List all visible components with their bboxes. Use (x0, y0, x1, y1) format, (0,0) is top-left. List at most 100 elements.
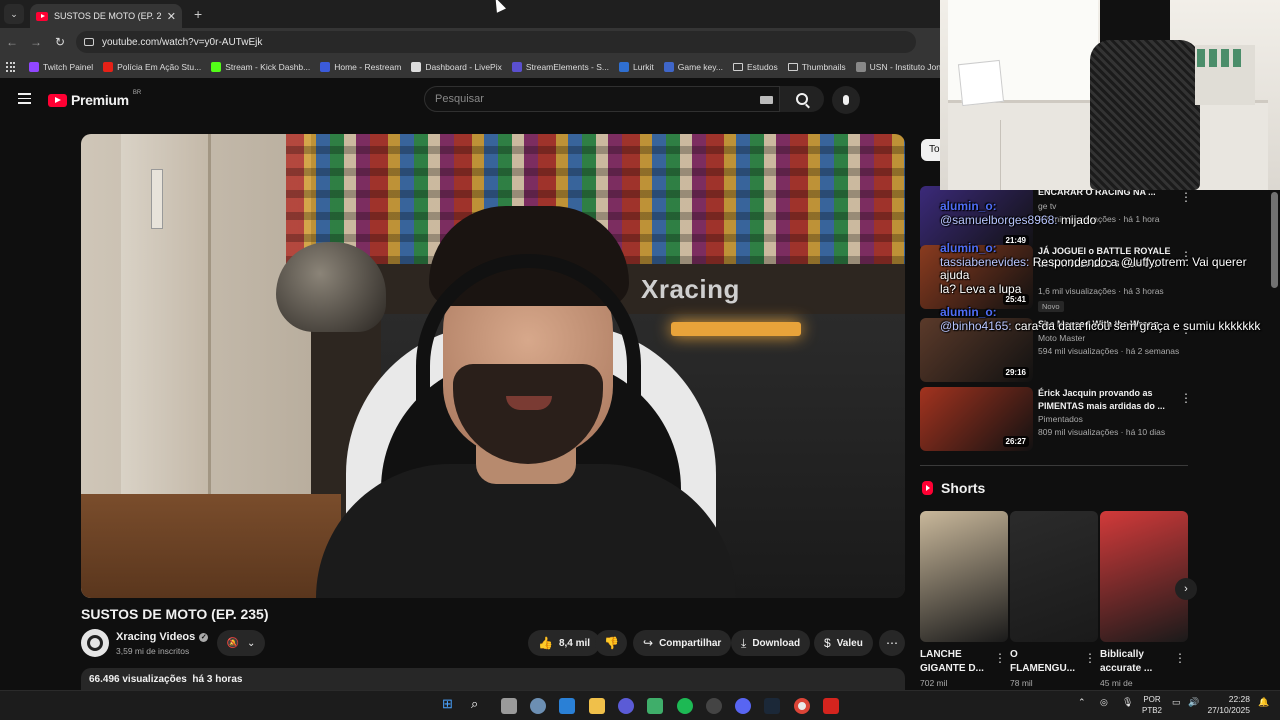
video-meta: 594 mil visualizações · há 2 semanas (1038, 346, 1180, 356)
video-player[interactable]: Xracing (81, 134, 905, 598)
share-button[interactable]: ↪ Compartilhar (633, 630, 732, 656)
youtube-premium-logo[interactable]: Premium BR (48, 90, 141, 108)
download-button[interactable]: ⤓ Download (731, 630, 811, 656)
bookmark-favicon-icon (29, 62, 39, 72)
search-input[interactable]: Pesquisar (424, 86, 780, 112)
discord-icon[interactable] (735, 698, 751, 714)
photos-icon[interactable] (559, 698, 575, 714)
spotify-icon[interactable] (677, 698, 693, 714)
chat-message: alumin_o: tassiabenevides: Respondendo a … (940, 241, 1278, 296)
video-scene-door (121, 134, 211, 554)
bookmark-item[interactable]: Dashboard - LivePix (411, 62, 502, 72)
video-scene-brand: Xracing (641, 274, 740, 304)
forward-button[interactable]: → (24, 35, 48, 49)
bookmark-item[interactable]: Estudos (733, 62, 778, 72)
short-item[interactable]: O FLAMENGU... 78 mil ⋮ (1010, 511, 1098, 689)
video-scene-person-body (316, 464, 736, 598)
search-icon (796, 93, 808, 105)
bookmark-item[interactable]: Stream - Kick Dashb... (211, 62, 310, 72)
bookmark-item[interactable]: Twitch Painel (29, 62, 93, 72)
more-vert-icon[interactable]: ⋮ (994, 651, 1006, 665)
task-view-icon[interactable] (501, 698, 517, 714)
short-title[interactable]: O FLAMENGU... (1010, 648, 1080, 676)
game-app-icon[interactable] (647, 698, 663, 714)
more-vert-icon[interactable]: ⋮ (1180, 391, 1192, 405)
bookmark-favicon-icon (619, 62, 629, 72)
bookmark-item[interactable]: Lurkit (619, 62, 654, 72)
keyboard-icon[interactable] (760, 96, 773, 104)
filter-chip-all[interactable]: To (921, 139, 941, 161)
more-vert-icon[interactable]: ⋮ (1174, 651, 1186, 665)
short-title[interactable]: LANCHE GIGANTE D... (920, 648, 990, 676)
youtube-logo-icon (48, 93, 67, 107)
obs-icon[interactable] (706, 698, 722, 714)
channel-name-row[interactable]: Xracing Videos ✓ (116, 631, 209, 643)
bookmark-label: StreamElements - S... (525, 62, 609, 72)
steam-icon[interactable] (764, 698, 780, 714)
bookmark-favicon-icon (103, 62, 114, 72)
thanks-button[interactable]: $ Valeu (814, 630, 873, 656)
dislike-button[interactable]: 👎 (595, 630, 627, 656)
chrome-icon[interactable] (794, 698, 810, 714)
subscription-bell-button[interactable]: 🔕 ⌄ (217, 630, 265, 656)
webcam-chair (1090, 40, 1200, 190)
short-item[interactable]: Biblically accurate ... 45 mi de ⋮ (1100, 511, 1188, 689)
reload-button[interactable]: ↻ (48, 35, 72, 49)
video-thumbnail[interactable]: 26:27 (920, 387, 1033, 451)
back-button[interactable]: ← (0, 35, 24, 49)
short-thumbnail[interactable] (920, 511, 1008, 642)
tray-app-icon[interactable]: ◎ (1100, 697, 1108, 708)
video-channel[interactable]: Moto Master (1038, 333, 1085, 343)
download-label: Download (752, 637, 801, 649)
recommended-video[interactable]: 26:27 Érick Jacquin provando as PIMENTAS … (920, 387, 1192, 451)
settings-icon[interactable] (530, 698, 546, 714)
bookmark-item[interactable]: USN - Instituto Jone... (855, 62, 940, 72)
voice-search-button[interactable] (832, 86, 860, 114)
tray-chevron-up-icon[interactable]: ⌃ (1078, 697, 1086, 708)
like-button[interactable]: 👍 8,4 mil (528, 630, 601, 656)
start-icon[interactable]: ⊞ (442, 696, 453, 712)
acrobat-icon[interactable] (823, 698, 839, 714)
bookmark-item[interactable]: StreamElements - S... (511, 62, 609, 72)
video-channel[interactable]: Pimentados (1038, 414, 1083, 424)
channel-name[interactable]: Xracing Videos (116, 631, 195, 643)
site-info-icon[interactable] (84, 38, 94, 46)
clock[interactable]: 22:28 27/10/2025 (1206, 694, 1250, 716)
more-vert-icon[interactable]: ⋮ (1084, 651, 1096, 665)
menu-icon[interactable] (18, 93, 31, 104)
volume-icon[interactable]: 🔊 (1188, 697, 1199, 708)
tab-search-button[interactable]: ⌄ (4, 4, 24, 24)
bookmark-item[interactable]: Thumbnails (787, 62, 846, 72)
url-field[interactable]: youtube.com/watch?v=y0r-AUTwEjk (76, 31, 916, 53)
more-actions-button[interactable]: ⋯ (879, 630, 905, 656)
bookmark-label: Twitch Painel (43, 62, 94, 72)
search-button[interactable] (780, 86, 824, 112)
video-title[interactable]: Érick Jacquin provando as PIMENTAS mais … (1038, 387, 1178, 413)
network-icon[interactable]: ▭ (1172, 697, 1181, 708)
app-icon[interactable] (618, 698, 634, 714)
apps-grid-icon[interactable] (6, 62, 15, 72)
input-language[interactable]: POR PTB2 (1140, 694, 1164, 716)
bookmark-item[interactable]: Home - Restream (320, 62, 401, 72)
bookmark-favicon-icon (411, 62, 422, 72)
bookmark-item[interactable]: Polícia Em Ação Stu... (103, 62, 201, 72)
short-thumbnail[interactable] (1010, 511, 1098, 642)
folder-icon (787, 63, 798, 71)
channel-avatar[interactable] (81, 629, 109, 657)
video-scene-floor (81, 494, 341, 598)
file-explorer-icon[interactable] (589, 698, 605, 714)
taskbar-search-icon[interactable]: ⌕ (471, 696, 478, 712)
short-thumbnail[interactable] (1100, 511, 1188, 642)
shorts-next-button[interactable]: › (1175, 578, 1197, 600)
short-title[interactable]: Biblically accurate ... (1100, 648, 1170, 676)
short-item[interactable]: LANCHE GIGANTE D... 702 mil ⋮ (920, 511, 1008, 689)
bookmark-label: Stream - Kick Dashb... (225, 62, 311, 72)
upload-age: há 3 horas (192, 674, 243, 685)
webcam-overlay (940, 0, 1280, 190)
close-tab-icon[interactable]: ✕ (167, 10, 176, 23)
notifications-icon[interactable]: 🔔 (1258, 697, 1269, 708)
bookmark-item[interactable]: Game key... (663, 62, 723, 72)
tray-mic-icon[interactable]: 🎙 (1122, 697, 1133, 708)
new-tab-button[interactable]: + (194, 6, 202, 22)
browser-tab-active[interactable]: SUSTOS DE MOTO (EP. 235) - Y ✕ (30, 4, 182, 28)
